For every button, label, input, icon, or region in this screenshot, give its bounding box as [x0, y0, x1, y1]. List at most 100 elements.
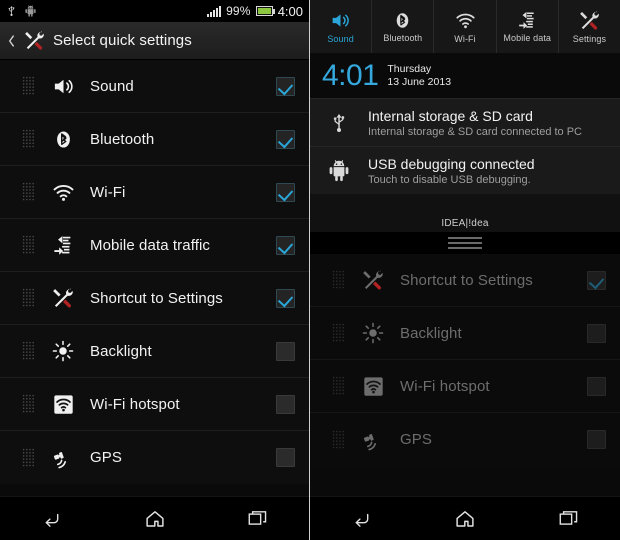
list-item-checkbox[interactable] — [276, 182, 295, 202]
mobile-data-icon — [517, 10, 537, 30]
list-item-checkbox[interactable] — [587, 323, 606, 343]
drag-handle-icon[interactable] — [332, 376, 345, 396]
tile-label: Bluetooth — [383, 32, 423, 43]
list-item-label: GPS — [400, 431, 432, 448]
brightness-icon — [358, 322, 388, 344]
list-item[interactable]: Wi-Fi hotspot — [0, 378, 309, 431]
status-bar-clock: 4:00 — [277, 3, 303, 19]
signal-bars-icon — [207, 5, 222, 17]
tile-sound[interactable]: Sound — [310, 0, 373, 53]
right-phone-panel: Sound Bluetooth Wi-Fi Mobile data Settin… — [310, 0, 620, 540]
list-item[interactable]: Sound — [0, 60, 309, 113]
list-item[interactable]: Mobile data traffic — [0, 219, 309, 272]
list-item-label: Backlight — [400, 324, 462, 342]
quick-settings-tiles: Sound Bluetooth Wi-Fi Mobile data Settin… — [310, 0, 620, 54]
list-item-checkbox[interactable] — [276, 76, 295, 96]
list-item-label: Shortcut to Settings — [400, 271, 533, 289]
notification-item[interactable]: USB debugging connected Touch to disable… — [310, 146, 620, 194]
left-status-bar: 99% 4:00 — [0, 0, 309, 22]
list-item[interactable]: Shortcut to Settings — [310, 254, 620, 307]
drag-handle-icon[interactable] — [22, 341, 35, 361]
shade-drag-handle-icon[interactable] — [310, 232, 620, 254]
home-icon[interactable] — [437, 502, 493, 536]
list-item-label: Wi-Fi — [90, 183, 126, 201]
notification-title: USB debugging connected — [368, 155, 535, 172]
carrier-label: IDEA|!dea — [441, 218, 489, 229]
list-item[interactable]: Backlight — [310, 307, 620, 360]
tile-label: Wi-Fi — [454, 33, 476, 44]
recents-icon[interactable] — [540, 502, 596, 536]
shade-date-block: Thursday 13 June 2013 — [387, 63, 451, 89]
drag-handle-icon[interactable] — [22, 394, 35, 414]
tools-icon — [24, 30, 45, 51]
battery-percent-label: 99% — [226, 4, 251, 18]
chevron-left-icon[interactable] — [7, 31, 16, 50]
list-item-checkbox[interactable] — [276, 341, 295, 361]
dimmed-quick-settings-list: Shortcut to Settings Backlight Wi-Fi hot… — [310, 254, 620, 466]
list-item-checkbox[interactable] — [587, 270, 606, 290]
list-item-label: Bluetooth — [90, 130, 155, 148]
bluetooth-icon — [48, 129, 78, 150]
wifi-icon — [48, 181, 78, 204]
list-item-checkbox[interactable] — [276, 448, 295, 467]
brightness-icon — [48, 340, 78, 362]
left-phone-panel: 99% 4:00 Select quick settings Sound Blu… — [0, 0, 310, 540]
notification-item[interactable]: Internal storage & SD card Internal stor… — [310, 98, 620, 146]
usb-icon — [6, 4, 17, 18]
list-item-checkbox[interactable] — [587, 430, 606, 449]
drag-handle-icon[interactable] — [22, 129, 35, 149]
quick-settings-list: Sound Bluetooth Wi-Fi Mobile data traffi… — [0, 60, 309, 484]
list-item-checkbox[interactable] — [276, 129, 295, 149]
usb-icon — [310, 111, 368, 135]
list-item-label: Wi-Fi hotspot — [400, 377, 490, 395]
tile-bluetooth[interactable]: Bluetooth — [372, 0, 435, 53]
shade-weekday: Thursday — [387, 62, 432, 75]
list-item[interactable]: GPS — [0, 431, 309, 484]
list-item[interactable]: Backlight — [0, 325, 309, 378]
list-item-checkbox[interactable] — [276, 288, 295, 308]
home-icon[interactable] — [127, 502, 183, 536]
list-item[interactable]: Shortcut to Settings — [0, 272, 309, 325]
list-item[interactable]: GPS — [310, 413, 620, 466]
list-item-checkbox[interactable] — [276, 394, 295, 414]
drag-handle-icon[interactable] — [22, 76, 35, 96]
mobile-data-icon — [48, 234, 78, 256]
list-item[interactable]: Wi-Fi — [0, 166, 309, 219]
list-item-label: Backlight — [90, 342, 152, 360]
drag-handle-icon[interactable] — [22, 288, 35, 308]
list-item-checkbox[interactable] — [587, 376, 606, 396]
list-item[interactable]: Wi-Fi hotspot — [310, 360, 620, 413]
list-item[interactable]: Bluetooth — [0, 113, 309, 166]
bluetooth-icon — [393, 11, 412, 30]
tile-mobile-data[interactable]: Mobile data — [497, 0, 559, 53]
speaker-icon — [330, 10, 351, 31]
list-item-label: Sound — [90, 77, 134, 95]
screenshot-stage: 99% 4:00 Select quick settings Sound Blu… — [0, 0, 620, 540]
drag-handle-icon[interactable] — [22, 235, 35, 255]
wifi-icon — [455, 10, 476, 31]
left-navigation-bar — [0, 496, 309, 540]
status-bar-right-icons: 99% 4:00 — [207, 4, 303, 19]
list-item-label: GPS — [90, 449, 122, 466]
drag-handle-icon[interactable] — [332, 429, 345, 450]
page-title: Select quick settings — [53, 32, 192, 49]
back-icon[interactable] — [24, 502, 80, 536]
shade-clock: 4:01 — [322, 59, 379, 92]
back-icon[interactable] — [334, 502, 390, 536]
android-icon — [24, 4, 37, 18]
battery-icon — [255, 6, 275, 16]
list-item-checkbox[interactable] — [276, 235, 295, 255]
tile-label: Sound — [327, 33, 354, 44]
drag-handle-icon[interactable] — [22, 447, 35, 468]
tile-settings[interactable]: Settings — [559, 0, 620, 53]
drag-handle-icon[interactable] — [332, 323, 345, 343]
recents-icon[interactable] — [230, 502, 286, 536]
drag-handle-icon[interactable] — [332, 270, 345, 290]
tile-wifi[interactable]: Wi-Fi — [434, 0, 497, 53]
drag-handle-icon[interactable] — [22, 182, 35, 202]
speaker-icon — [48, 75, 78, 98]
right-navigation-bar — [310, 496, 620, 540]
tile-label: Mobile data — [503, 33, 552, 43]
notification-subtitle: Internal storage & SD card connected to … — [368, 125, 583, 138]
gps-satellite-icon — [48, 447, 78, 469]
